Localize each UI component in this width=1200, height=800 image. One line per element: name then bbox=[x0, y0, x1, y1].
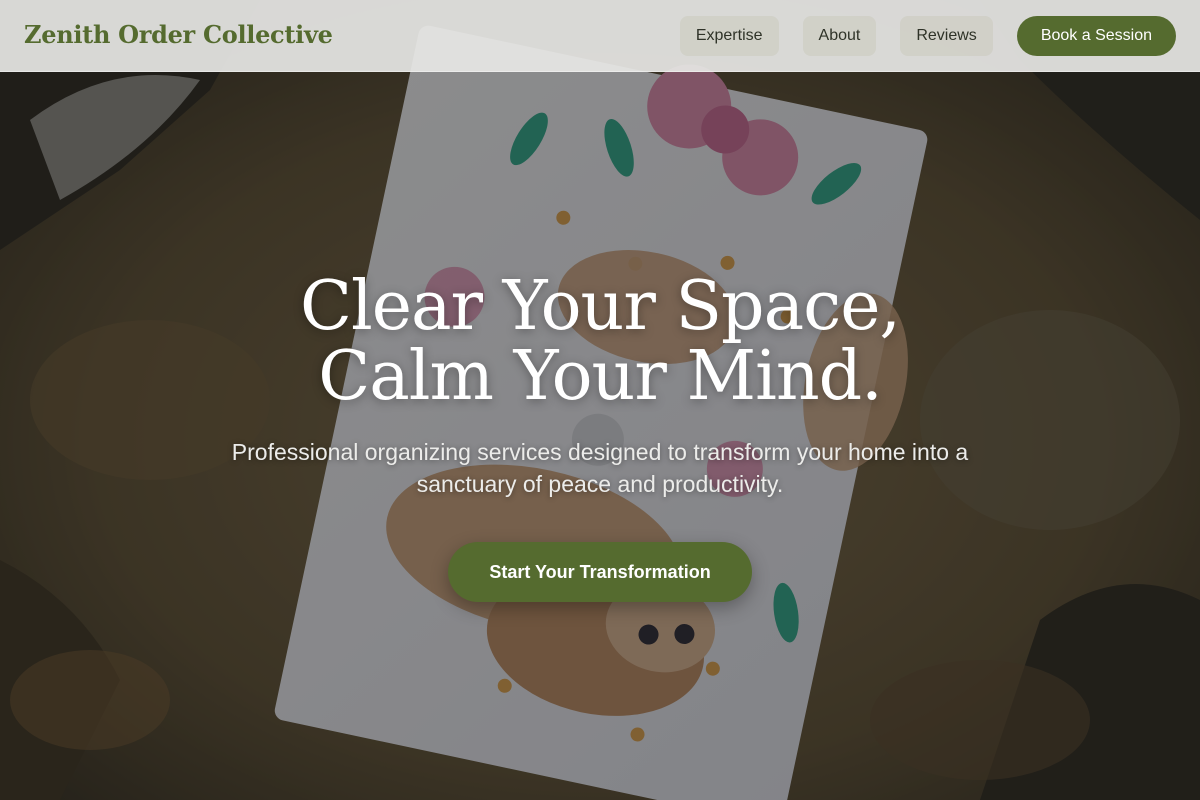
hero-section: Clear Your Space, Calm Your Mind. Profes… bbox=[0, 272, 1200, 602]
start-transformation-button[interactable]: Start Your Transformation bbox=[448, 542, 752, 602]
hero-title-line-2: Calm Your Mind. bbox=[318, 337, 883, 416]
brand-logo[interactable]: Zenith Order Collective bbox=[24, 20, 333, 49]
main-nav: Expertise About Reviews Book a Session bbox=[679, 16, 1176, 56]
hero-title: Clear Your Space, Calm Your Mind. bbox=[0, 272, 1200, 412]
site-header: Zenith Order Collective Expertise About … bbox=[0, 0, 1200, 72]
book-session-button[interactable]: Book a Session bbox=[1016, 16, 1176, 56]
nav-link-about[interactable]: About bbox=[802, 16, 877, 56]
nav-link-expertise[interactable]: Expertise bbox=[679, 16, 779, 56]
hero-title-line-1: Clear Your Space, bbox=[299, 267, 901, 346]
nav-link-reviews[interactable]: Reviews bbox=[900, 16, 993, 56]
hero-subtitle: Professional organizing services designe… bbox=[231, 439, 969, 497]
landing-page: Zenith Order Collective Expertise About … bbox=[0, 0, 1200, 800]
